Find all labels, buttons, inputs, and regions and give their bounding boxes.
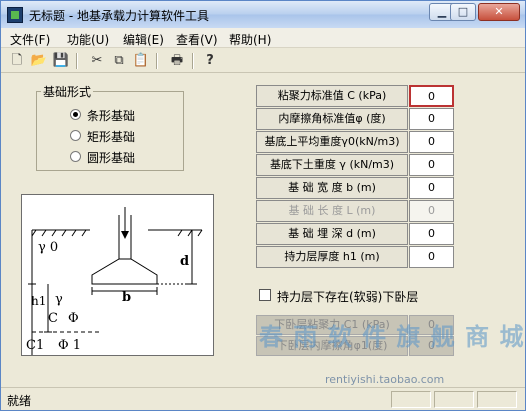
menu-file[interactable]: 文件(F) xyxy=(10,31,50,48)
param-label-friction-angle: 内摩擦角标准值φ (度) xyxy=(256,108,408,130)
maximize-icon: □ xyxy=(457,5,469,18)
param-label-length: 基 础 长 度 L (m) xyxy=(256,200,408,222)
depth-input[interactable]: 0 xyxy=(409,223,454,245)
label-b: b xyxy=(122,290,131,305)
close-icon: ✕ xyxy=(494,5,504,18)
weak-layer-checkbox-label: 持力层下存在(软弱)下卧层 xyxy=(277,290,419,304)
open-folder-icon[interactable]: 📂 xyxy=(29,51,49,71)
footing-outline xyxy=(91,258,158,285)
app-icon xyxy=(7,7,23,23)
menu-view[interactable]: 查看(V) xyxy=(176,31,218,48)
status-text: 就绪 xyxy=(7,394,32,408)
close-button[interactable]: ✕ xyxy=(478,3,520,21)
menu-help[interactable]: 帮助(H) xyxy=(229,31,271,48)
weak-layer-friction-input: 0 xyxy=(409,336,454,356)
save-icon[interactable]: 💾 xyxy=(51,51,71,71)
param-label-bearing-thickness: 持力层厚度 h1 (m) xyxy=(256,246,408,268)
menu-edit[interactable]: 编辑(E) xyxy=(123,31,164,48)
toolbar: 🗋 📂 💾 ✂ ⧉ 📋 🖶 ? xyxy=(1,49,525,73)
bearing-thickness-input[interactable]: 0 xyxy=(409,246,454,268)
label-h1: h1 xyxy=(31,294,46,308)
unit-weight-below-input[interactable]: 0 xyxy=(409,154,454,176)
label-C1: C1 xyxy=(26,338,44,353)
param-label-cohesion: 粘聚力标准值 C (kPa) xyxy=(256,85,408,107)
status-pane xyxy=(434,391,474,408)
width-input[interactable]: 0 xyxy=(409,177,454,199)
label-gamma0: γ 0 xyxy=(38,240,58,255)
foundation-diagram-svg: γ 0 d h1 γ b C Φ C1 Φ 1 xyxy=(26,207,203,355)
status-bar: 就绪 xyxy=(1,387,525,410)
radio-label: 圆形基础 xyxy=(87,151,136,165)
status-pane xyxy=(477,391,517,408)
weak-layer-cohesion-input: 0 xyxy=(409,315,454,335)
foundation-type-legend: 基础形式 xyxy=(41,83,94,100)
window-title: 无标题 - 地基承载力计算软件工具 xyxy=(29,9,209,23)
radio-icon[interactable] xyxy=(70,151,81,162)
menu-function[interactable]: 功能(U) xyxy=(67,31,109,48)
ground-hatch-left xyxy=(31,229,87,237)
label-phi: Φ xyxy=(68,311,79,326)
radio-icon[interactable] xyxy=(70,109,81,120)
label-C: C xyxy=(48,311,58,326)
weak-layer-checkbox[interactable] xyxy=(259,289,271,301)
menu-bar: 文件(F) 功能(U) 编辑(E) 查看(V) 帮助(H) xyxy=(1,28,525,48)
print-icon[interactable]: 🖶 xyxy=(167,51,187,71)
watermark-url: rentiyishi.taobao.com xyxy=(325,373,445,386)
radio-label: 矩形基础 xyxy=(87,130,136,144)
app-window: 无标题 - 地基承载力计算软件工具 ▁ □ ✕ 文件(F) 功能(U) 编辑(E… xyxy=(0,0,526,411)
friction-angle-input[interactable]: 0 xyxy=(409,108,454,130)
title-bar: 无标题 - 地基承载力计算软件工具 ▁ □ ✕ xyxy=(1,1,525,28)
label-gamma: γ xyxy=(55,292,63,307)
cut-icon[interactable]: ✂ xyxy=(87,51,107,71)
ground-hatch-right xyxy=(177,229,203,237)
new-file-icon[interactable]: 🗋 xyxy=(7,51,27,71)
foundation-diagram: γ 0 d h1 γ b C Φ C1 Φ 1 xyxy=(21,194,214,356)
toolbar-separator xyxy=(156,53,158,69)
label-d: d xyxy=(180,254,189,269)
param-label-unit-weight-below: 基底下土重度 γ (kN/m3) xyxy=(256,154,408,176)
radio-icon[interactable] xyxy=(70,130,81,141)
weak-layer-cohesion-label: 下卧层粘聚力 C1 (kPa) xyxy=(256,315,408,335)
maximize-button[interactable]: □ xyxy=(450,3,476,21)
label-phi1: Φ 1 xyxy=(58,338,81,353)
unit-weight-above-input[interactable]: 0 xyxy=(409,131,454,153)
cohesion-input[interactable]: 0 xyxy=(409,85,454,107)
copy-icon[interactable]: ⧉ xyxy=(109,51,129,71)
minimize-icon: ▁ xyxy=(437,5,447,18)
toolbar-separator xyxy=(192,53,194,69)
status-pane xyxy=(391,391,431,408)
param-label-depth: 基 础 埋 深 d (m) xyxy=(256,223,408,245)
weak-layer-friction-label: 下卧层内摩擦角φ1(度) xyxy=(256,336,408,356)
length-input: 0 xyxy=(409,200,454,222)
load-arrow-head xyxy=(121,231,129,239)
param-label-unit-weight-above: 基底上平均重度γ0(kN/m3) xyxy=(256,131,408,153)
param-label-width: 基 础 宽 度 b (m) xyxy=(256,177,408,199)
paste-icon[interactable]: 📋 xyxy=(131,51,151,71)
radio-label: 条形基础 xyxy=(87,109,136,123)
help-icon[interactable]: ? xyxy=(200,51,220,71)
toolbar-separator xyxy=(76,53,78,69)
